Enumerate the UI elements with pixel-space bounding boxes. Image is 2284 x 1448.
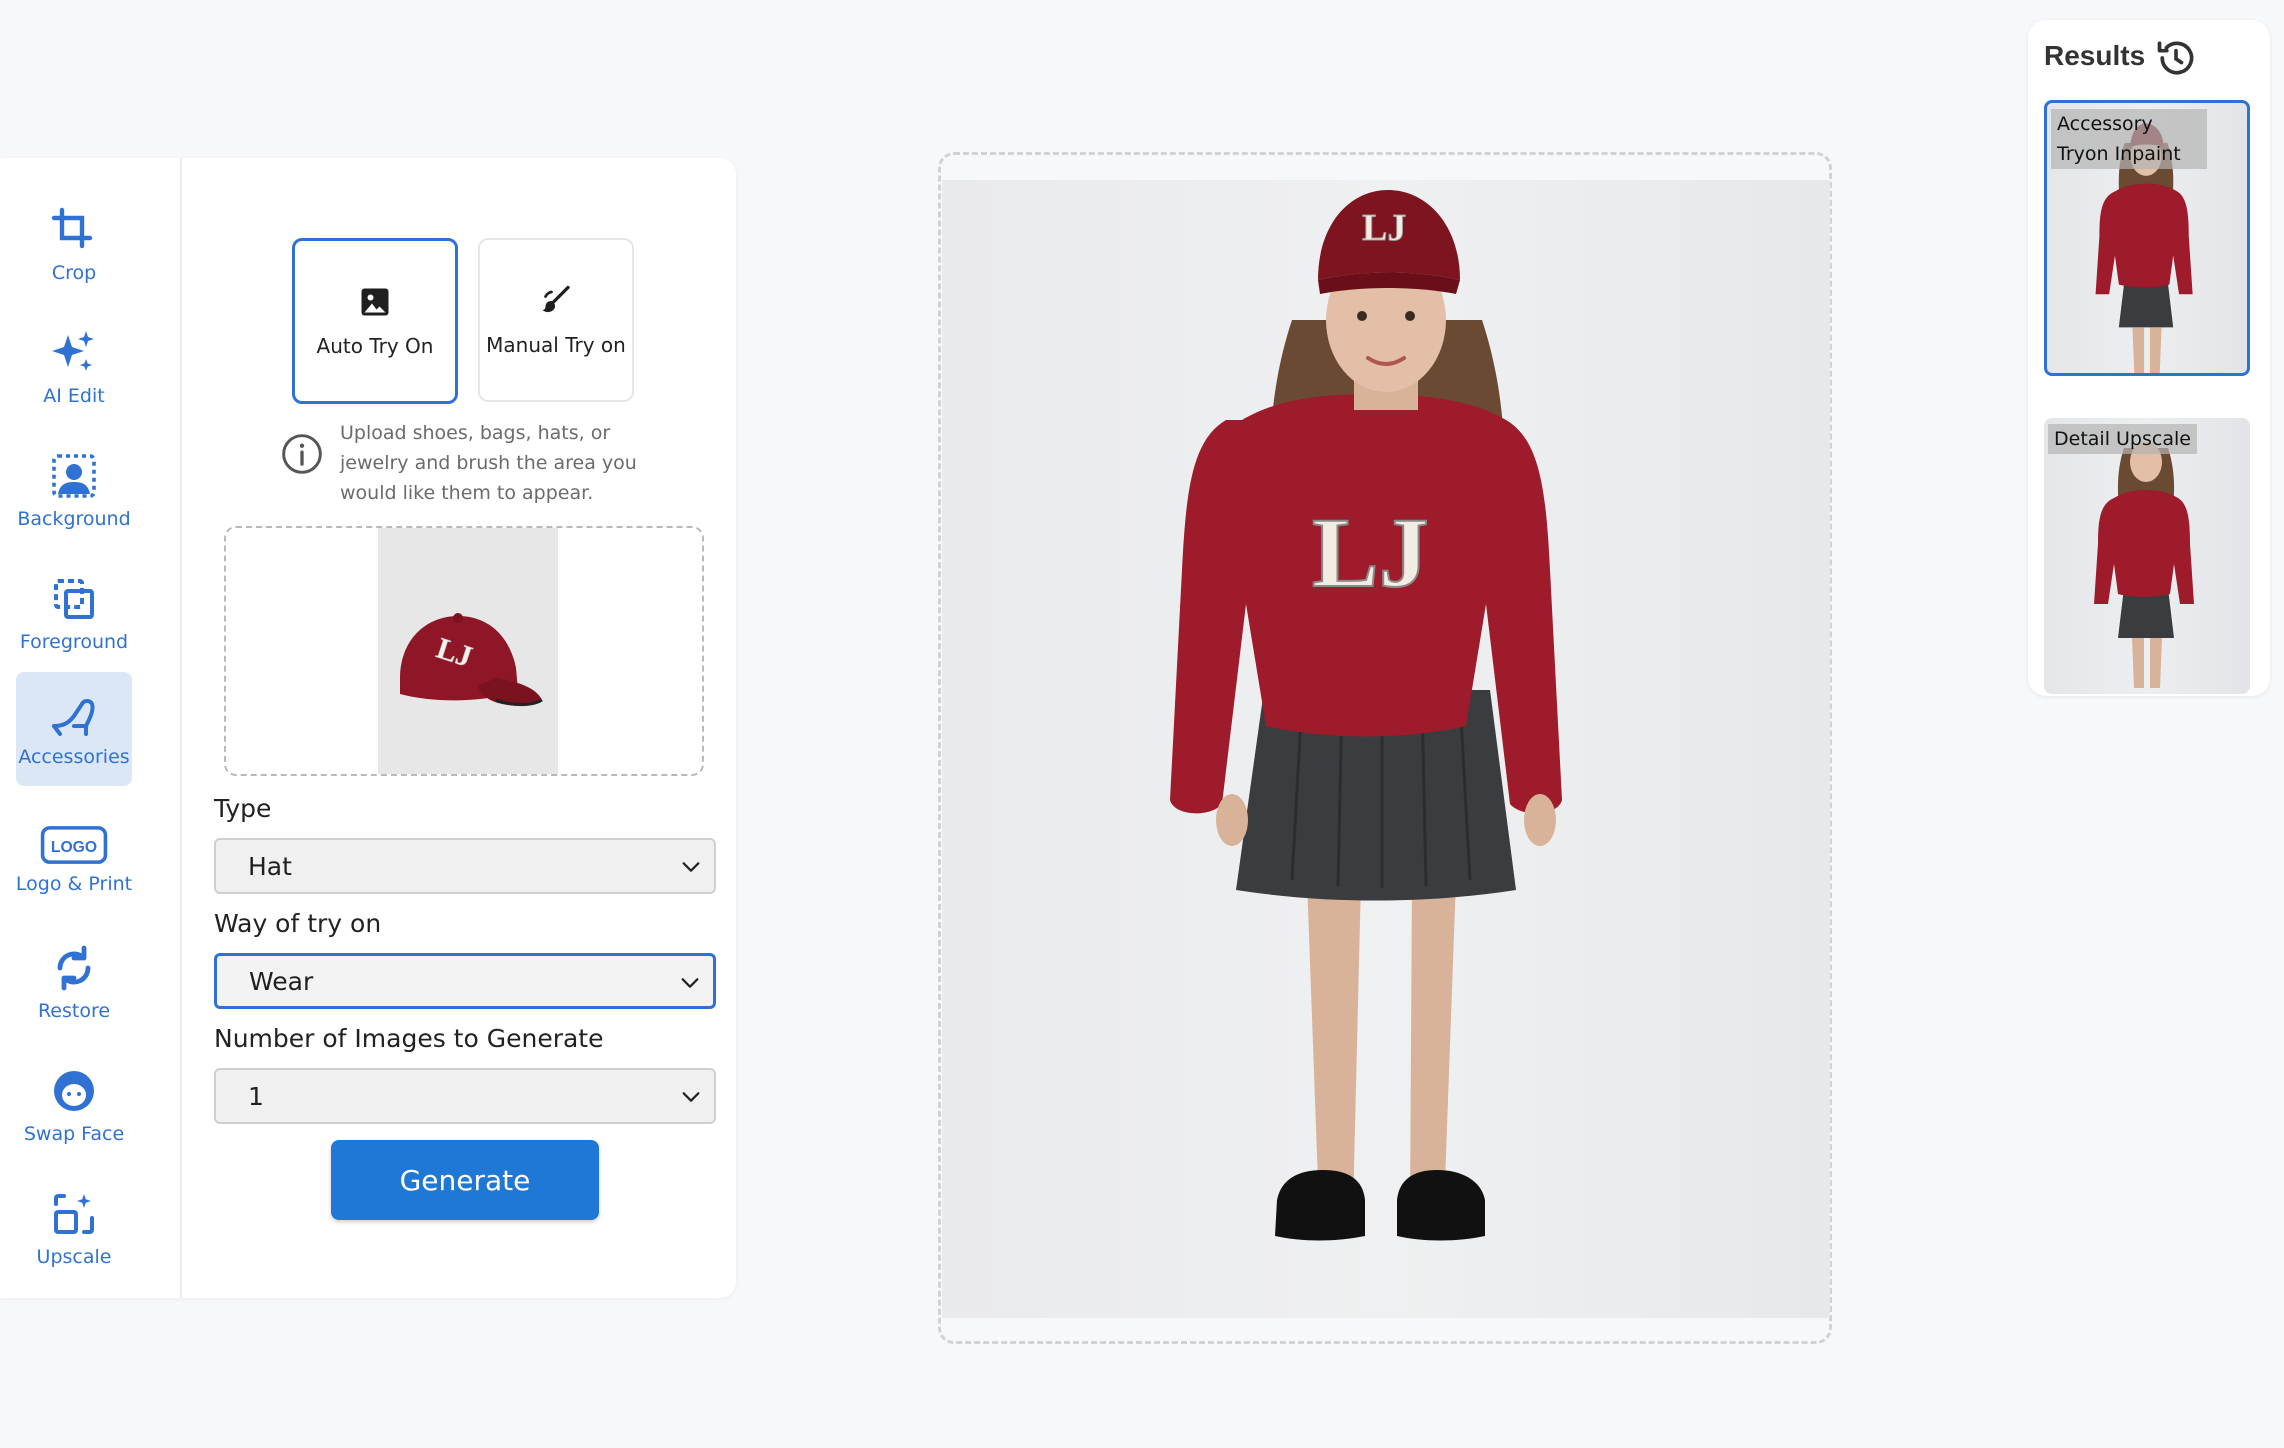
tool-crop[interactable]: Crop <box>16 188 132 302</box>
hat-thumbnail: LJ <box>400 613 543 707</box>
auto-try-on-label: Auto Try On <box>316 334 434 358</box>
accessories-panel: Auto Try On Manual Try on Upload shoes, … <box>182 158 736 1298</box>
tool-label-foreground: Foreground <box>19 631 129 653</box>
manual-try-on-button[interactable]: Manual Try on <box>478 238 634 402</box>
result-item-label: Detail Upscale <box>2048 424 2197 454</box>
left-panel: Crop AI Edit Background Foreground Acces… <box>0 158 736 1298</box>
info-icon <box>282 434 322 474</box>
tool-rail: Crop AI Edit Background Foreground Acces… <box>0 158 182 1298</box>
result-item-label: Accessory Tryon Inpaint <box>2051 109 2207 169</box>
tool-label-restore: Restore <box>37 1000 111 1022</box>
model-photo: LJ LJ <box>1170 190 1562 1241</box>
result-item[interactable]: Accessory Tryon Inpaint <box>2044 100 2250 376</box>
tool-foreground[interactable]: Foreground <box>16 557 132 671</box>
tool-upscale[interactable]: Upscale <box>16 1172 132 1286</box>
tool-label-background: Background <box>17 508 131 530</box>
image-count-value: 1 <box>248 1081 264 1111</box>
chevron-down-icon <box>682 862 700 872</box>
svg-text:LJ: LJ <box>1312 497 1429 608</box>
uploaded-hat-image: LJ <box>378 528 558 774</box>
tool-label-swap-face: Swap Face <box>23 1123 125 1145</box>
way-of-try-on-label: Way of try on <box>214 909 382 938</box>
tool-label-accessories: Accessories <box>18 746 130 768</box>
way-of-try-on-select[interactable]: Wear <box>214 953 716 1009</box>
generate-button[interactable]: Generate <box>331 1140 599 1220</box>
image-count-select[interactable]: 1 <box>214 1068 716 1124</box>
chevron-down-icon <box>682 1092 700 1102</box>
upload-hint: Upload shoes, bags, hats, or jewelry and… <box>280 418 640 508</box>
tool-accessories[interactable]: Accessories <box>16 672 132 786</box>
tool-logo-print[interactable]: LOGO Logo & Print <box>16 803 132 917</box>
type-label: Type <box>214 794 272 823</box>
type-select[interactable]: Hat <box>214 838 716 894</box>
logo-badge-text: LOGO <box>51 839 97 856</box>
chevron-down-icon <box>681 978 699 988</box>
tool-label-upscale: Upscale <box>36 1246 112 1268</box>
foreground-icon <box>54 579 94 619</box>
hint-text: Upload shoes, bags, hats, or jewelry and… <box>340 422 637 504</box>
tool-label-logo-print: Logo & Print <box>15 873 133 895</box>
image-icon <box>361 288 389 316</box>
high-heel-icon <box>52 699 95 736</box>
logo-icon: LOGO <box>40 826 108 864</box>
upscale-icon <box>54 1194 94 1234</box>
type-select-value: Hat <box>248 851 292 881</box>
way-of-try-on-value: Wear <box>249 966 314 996</box>
results-panel: Results Accessory Tryon Inpaint Detail U… <box>2028 20 2270 696</box>
manual-try-on-label: Manual Try on <box>486 333 626 357</box>
face-icon <box>54 1071 94 1111</box>
crop-icon <box>51 207 93 249</box>
accessory-upload-area[interactable]: LJ <box>224 526 704 776</box>
brush-icon <box>542 285 570 313</box>
restore-icon <box>57 945 91 991</box>
result-thumbnail <box>2094 442 2194 688</box>
svg-text:LJ: LJ <box>1362 207 1406 249</box>
tool-restore[interactable]: Restore <box>16 926 132 1040</box>
tool-label-crop: Crop <box>51 262 97 284</box>
results-title: Results <box>2044 40 2146 71</box>
main-image-canvas[interactable]: LJ LJ <box>942 180 1830 1318</box>
background-icon <box>52 454 96 498</box>
image-count-label: Number of Images to Generate <box>214 1024 604 1053</box>
sparkles-icon <box>52 331 94 371</box>
tool-swap-face[interactable]: Swap Face <box>16 1049 132 1163</box>
tool-ai-edit[interactable]: AI Edit <box>16 311 132 425</box>
history-icon[interactable] <box>2154 36 2198 80</box>
tool-background[interactable]: Background <box>16 434 132 548</box>
auto-try-on-button[interactable]: Auto Try On <box>292 238 458 404</box>
result-item[interactable]: Detail Upscale <box>2044 418 2250 694</box>
tool-label-ai-edit: AI Edit <box>43 385 105 407</box>
